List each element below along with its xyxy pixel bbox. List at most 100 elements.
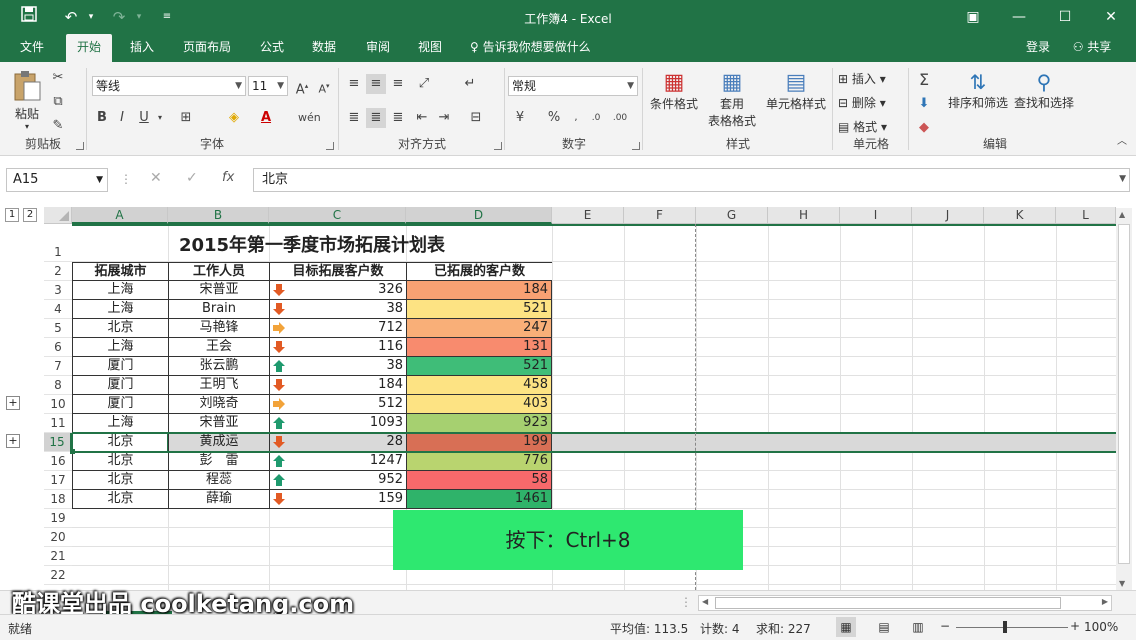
page-layout-view-icon[interactable]: ▤ [874, 617, 894, 637]
collapse-ribbon-icon[interactable]: ︿ [1112, 132, 1132, 152]
row-header-15[interactable]: 15 [44, 433, 72, 452]
share-button[interactable]: ⚇ 共享 [1062, 34, 1122, 62]
table-header-cell[interactable]: 工作人员 [168, 262, 269, 281]
table-cell-staff[interactable]: 宋普亚 [168, 414, 269, 433]
decrease-font-icon[interactable]: A▾ [314, 76, 334, 96]
table-cell-staff[interactable]: Brain [168, 300, 269, 319]
table-cell-city[interactable]: 上海 [72, 414, 168, 433]
table-cell-city[interactable]: 厦门 [72, 376, 168, 395]
row-header-6[interactable]: 6 [44, 338, 72, 357]
ribbon-display-icon[interactable]: ▣ [958, 5, 988, 29]
outline-level-2-button[interactable]: 2 [23, 208, 37, 222]
row-header-8[interactable]: 8 [44, 376, 72, 395]
insert-cells-button[interactable]: ⊞ 插入 ▾ [838, 70, 904, 87]
column-header-L[interactable]: L [1056, 207, 1116, 224]
table-header-cell[interactable]: 已拓展的客户数 [406, 262, 552, 281]
cell-styles-button[interactable]: ▤ 单元格样式 [762, 70, 830, 112]
scroll-down-icon[interactable]: ▼ [1119, 579, 1125, 588]
number-format-combo[interactable]: 常规 ▼ [508, 76, 638, 96]
row-header-5[interactable]: 5 [44, 319, 72, 338]
confirm-icon[interactable]: ✓ [186, 170, 198, 186]
fill-color-icon[interactable]: ◈ [224, 108, 244, 128]
expand-group-button-2[interactable]: + [6, 434, 20, 448]
table-cell-target[interactable]: 159 [269, 490, 406, 509]
sort-filter-button[interactable]: ⇅ 排序和筛选 [946, 70, 1010, 111]
table-cell-staff[interactable]: 刘晓奇 [168, 395, 269, 414]
table-cell-target[interactable]: 712 [269, 319, 406, 338]
autosum-icon[interactable]: Σ [914, 70, 934, 90]
column-header-B[interactable]: B [168, 207, 269, 224]
tell-me-box[interactable]: ♀ 告诉我你想要做什么 [470, 34, 610, 62]
table-cell-staff[interactable]: 王明飞 [168, 376, 269, 395]
merge-center-icon[interactable]: ⊟ [466, 108, 486, 128]
table-cell-target[interactable]: 1093 [269, 414, 406, 433]
table-header-cell[interactable]: 目标拓展客户数 [269, 262, 406, 281]
select-all-corner[interactable] [44, 207, 72, 224]
row-header-19[interactable]: 19 [44, 509, 72, 528]
tab-home[interactable]: 开始 [66, 34, 112, 62]
scroll-left-icon[interactable]: ◀ [702, 597, 708, 606]
table-cell-city[interactable]: 北京 [72, 319, 168, 338]
tab-review[interactable]: 审阅 [356, 34, 400, 62]
table-cell-city[interactable]: 上海 [72, 338, 168, 357]
column-header-F[interactable]: F [624, 207, 696, 224]
increase-indent-icon[interactable]: ⇥ [434, 108, 454, 128]
table-cell-target[interactable]: 512 [269, 395, 406, 414]
column-header-A[interactable]: A [72, 207, 168, 224]
maximize-icon[interactable]: ☐ [1050, 5, 1080, 29]
font-color-icon[interactable]: A [256, 108, 276, 128]
cut-icon[interactable]: ✂ [48, 68, 68, 88]
conditional-format-button[interactable]: ▦ 条件格式 [646, 70, 702, 112]
table-cell-staff[interactable]: 黄成运 [168, 433, 269, 452]
table-cell-done[interactable]: 923 [406, 414, 552, 433]
wrap-text-icon[interactable]: ↵ [460, 74, 480, 94]
close-icon[interactable]: ✕ [1096, 5, 1126, 29]
table-cell-staff[interactable]: 彭 雷 [168, 452, 269, 471]
horizontal-scrollbar[interactable]: ◀ ▶ [698, 595, 1112, 611]
table-cell-staff[interactable]: 程蕊 [168, 471, 269, 490]
insert-function-icon[interactable]: fx [222, 170, 234, 185]
clipboard-launcher-icon[interactable] [76, 142, 84, 150]
column-header-K[interactable]: K [984, 207, 1056, 224]
table-cell-done[interactable]: 403 [406, 395, 552, 414]
row-header-1[interactable]: 1 [44, 224, 72, 262]
format-as-table-button[interactable]: ▦ 套用 表格格式 [702, 70, 762, 129]
scroll-up-icon[interactable]: ▲ [1119, 210, 1125, 219]
row-header-16[interactable]: 16 [44, 452, 72, 471]
login-link[interactable]: 登录 [1018, 34, 1058, 62]
table-cell-done[interactable]: 184 [406, 281, 552, 300]
column-header-G[interactable]: G [696, 207, 768, 224]
tab-insert[interactable]: 插入 [120, 34, 164, 62]
row-header-2[interactable]: 2 [44, 262, 72, 281]
scrollbar-thumb-h[interactable] [715, 597, 1061, 609]
table-cell-staff[interactable]: 王会 [168, 338, 269, 357]
currency-icon[interactable]: ¥ [510, 108, 530, 128]
column-header-C[interactable]: C [269, 207, 406, 224]
align-left-icon[interactable]: ≣ [344, 108, 364, 128]
copy-icon[interactable]: ⧉ [48, 92, 68, 112]
italic-icon[interactable]: I [112, 108, 132, 128]
scroll-right-icon[interactable]: ▶ [1102, 597, 1108, 606]
zoom-out-icon[interactable]: − [940, 619, 950, 633]
table-cell-done[interactable]: 1461 [406, 490, 552, 509]
row-header-22[interactable]: 22 [44, 566, 72, 585]
table-cell-done[interactable]: 458 [406, 376, 552, 395]
comma-style-icon[interactable]: , [566, 108, 586, 128]
table-cell-done[interactable]: 521 [406, 300, 552, 319]
zoom-in-icon[interactable]: + [1070, 619, 1080, 633]
tab-data[interactable]: 数据 [302, 34, 346, 62]
border-icon[interactable]: ⊞ [176, 108, 196, 128]
fill-handle[interactable] [70, 449, 75, 454]
table-cell-city[interactable]: 上海 [72, 281, 168, 300]
alignment-launcher-icon[interactable] [494, 142, 502, 150]
font-launcher-icon[interactable] [326, 142, 334, 150]
tab-file[interactable]: 文件 [10, 34, 54, 62]
delete-cells-button[interactable]: ⊟ 删除 ▾ [838, 94, 904, 111]
name-box[interactable]: A15 ▼ [6, 168, 108, 192]
font-name-combo[interactable]: 等线 ▼ [92, 76, 246, 96]
format-painter-icon[interactable]: ✎ [48, 116, 68, 136]
align-middle-icon[interactable]: ≡ [366, 74, 386, 94]
table-cell-target[interactable]: 184 [269, 376, 406, 395]
percent-icon[interactable]: % [544, 108, 564, 128]
table-cell-city[interactable]: 北京 [72, 471, 168, 490]
